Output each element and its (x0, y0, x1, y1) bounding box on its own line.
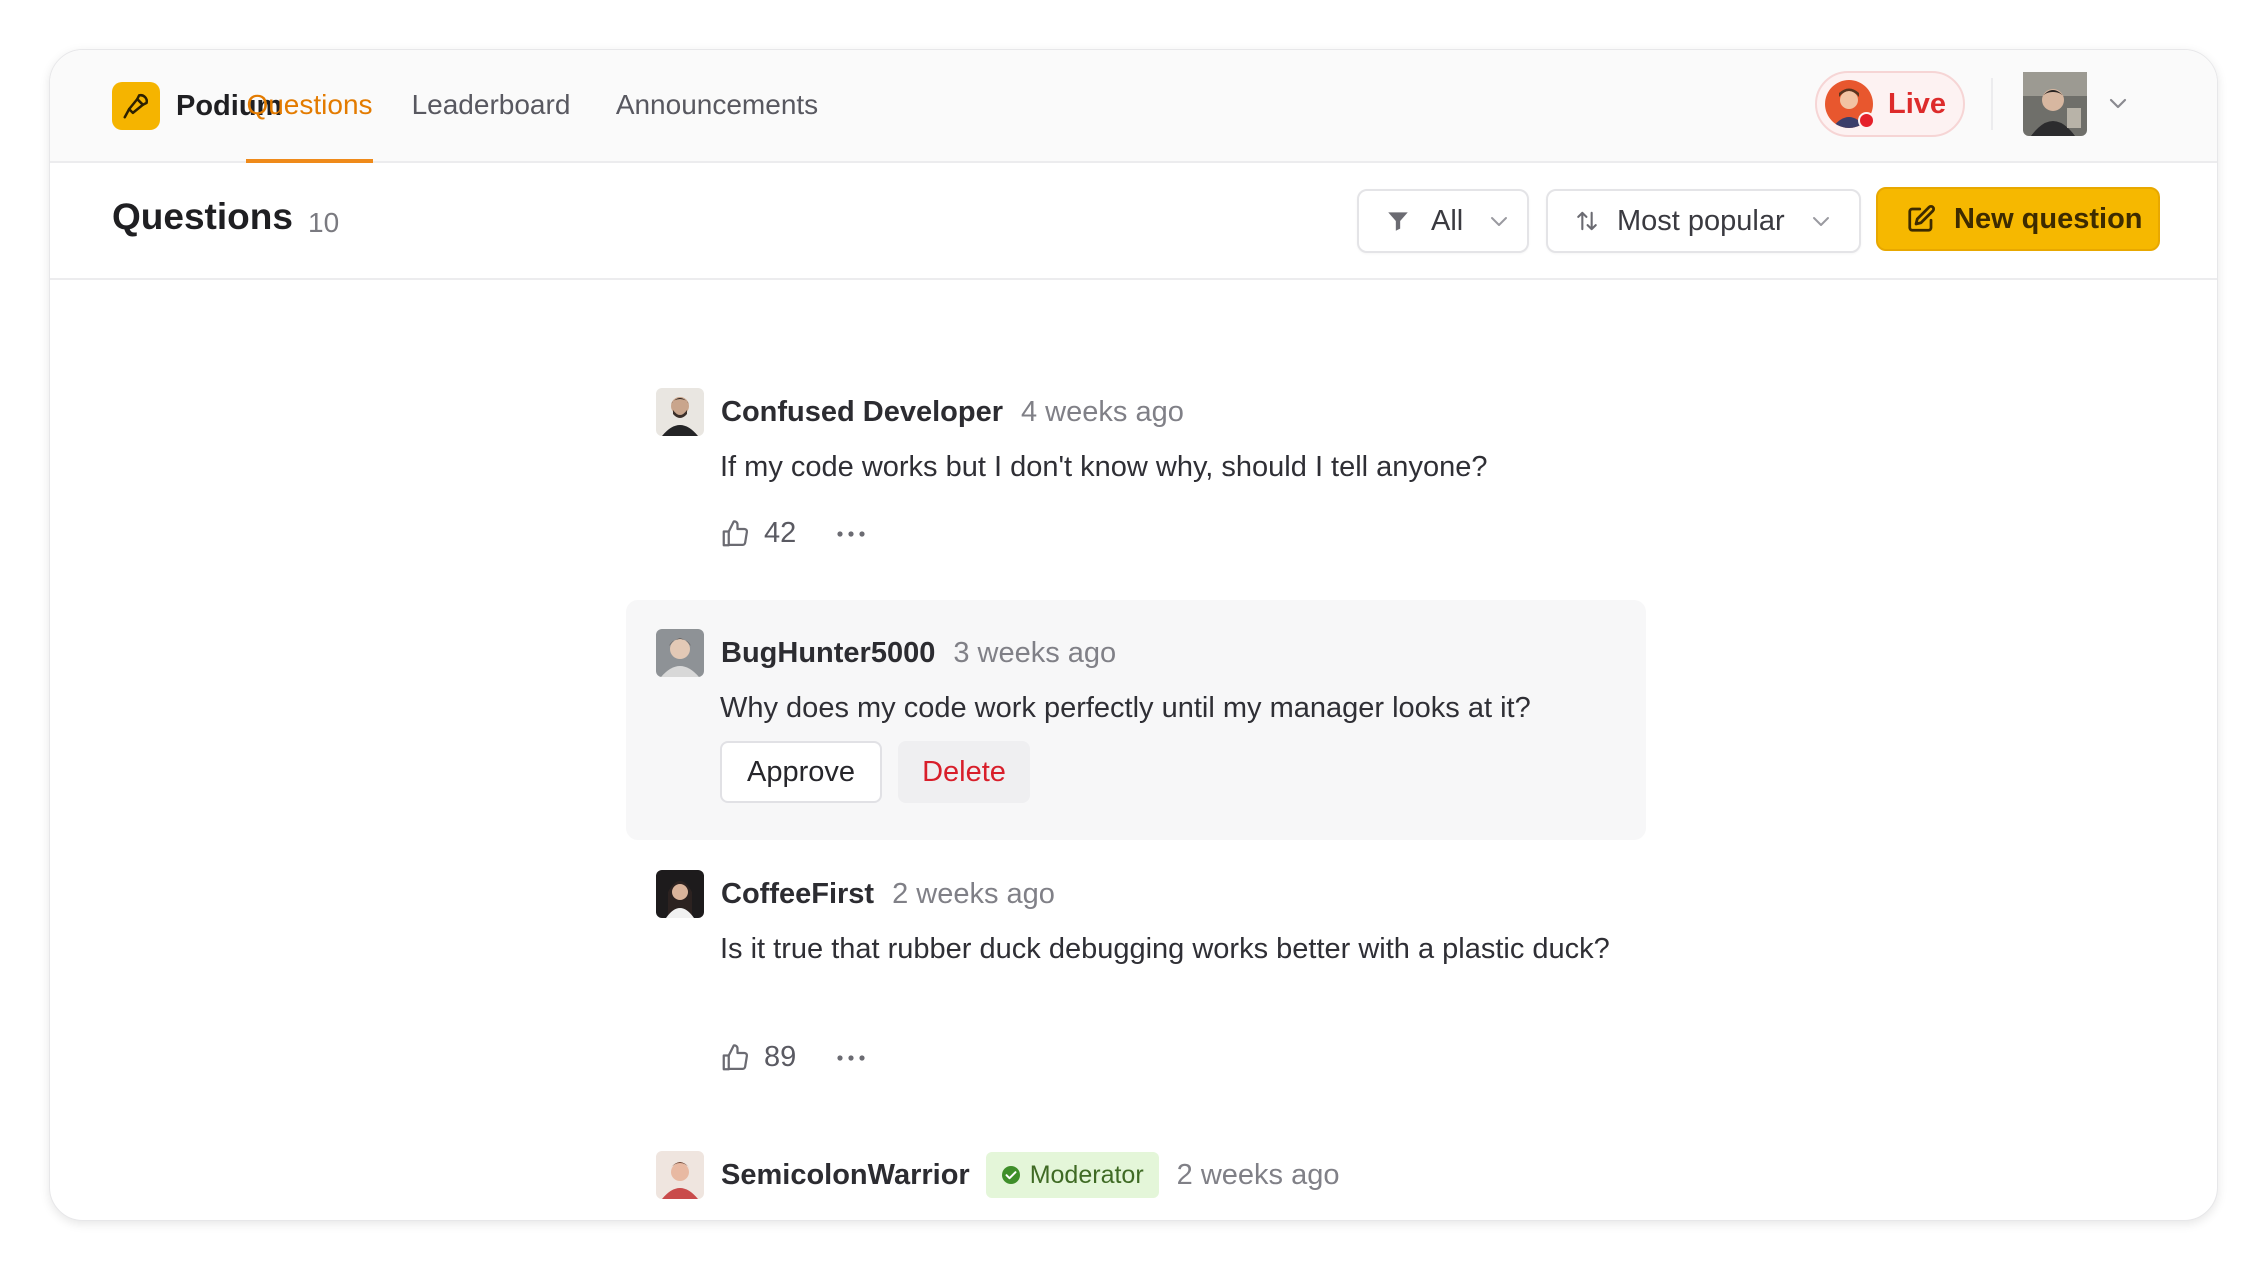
podium-logo-icon (112, 82, 160, 130)
avatar[interactable] (656, 870, 704, 918)
timestamp: 2 weeks ago (892, 877, 1055, 910)
question-text: If my code works but I don't know why, s… (720, 451, 1488, 483)
check-circle-icon (1001, 1166, 1020, 1184)
filter-select[interactable]: All (1357, 189, 1529, 253)
sort-select[interactable]: Most popular (1546, 189, 1861, 253)
timestamp: 4 weeks ago (1021, 395, 1184, 428)
sort-select-value: Most popular (1617, 204, 1785, 237)
author-name[interactable]: Confused Developer (721, 396, 1003, 429)
question-text: Is it true that rubber duck debugging wo… (720, 933, 1610, 965)
timestamp: 2 weeks ago (1176, 1158, 1340, 1191)
nav-divider (1991, 78, 1993, 130)
more-options-icon[interactable] (836, 529, 866, 539)
tab-leaderboard[interactable]: Leaderboard (400, 50, 582, 161)
avatar[interactable] (656, 388, 704, 436)
question-text: Why does my code work perfectly until my… (720, 692, 1531, 724)
live-label: Live (1888, 87, 1947, 120)
tab-announcements[interactable]: Announcements (606, 50, 828, 161)
thumbs-up-icon[interactable] (720, 1043, 750, 1073)
chevron-down-icon[interactable] (2108, 96, 2128, 115)
moderator-badge-label: Moderator (1029, 1160, 1144, 1189)
author-name[interactable]: CoffeeFirst (721, 878, 874, 911)
author-name[interactable]: SemicolonWarrior (721, 1159, 970, 1192)
question-actions: 42 (720, 517, 866, 550)
new-question-label: New question (1954, 202, 2143, 235)
filter-icon (1385, 208, 1411, 234)
question-actions: 89 (720, 1041, 866, 1074)
more-options-icon[interactable] (836, 1053, 866, 1063)
pending-question-item: BugHunter5000 3 weeks ago Why does my co… (656, 628, 1676, 818)
avatar[interactable] (656, 1151, 704, 1199)
filter-select-value: All (1431, 204, 1464, 237)
question-item: SemicolonWarrior Moderator 2 weeks ago (656, 1150, 1676, 1220)
timestamp: 3 weeks ago (953, 636, 1117, 669)
moderator-badge: Moderator (985, 1152, 1159, 1198)
live-button[interactable]: Live (1815, 71, 1965, 137)
page-title: Questions (112, 196, 293, 237)
question-count: 10 (308, 207, 340, 238)
avatar[interactable] (656, 629, 704, 677)
question-item: Confused Developer 4 weeks ago If my cod… (656, 387, 1676, 549)
app-window: Podium Questions Leaderboard Announcemen… (49, 49, 2218, 1221)
approve-button[interactable]: Approve (720, 741, 882, 803)
question-item: CoffeeFirst 2 weeks ago Is it true that … (656, 869, 1676, 1073)
new-question-button[interactable]: New question (1876, 187, 2160, 251)
delete-button[interactable]: Delete (898, 741, 1030, 803)
edit-icon (1906, 204, 1936, 234)
user-avatar[interactable] (2023, 72, 2087, 141)
live-host-avatar (1825, 80, 1875, 129)
thumbs-up-icon[interactable] (720, 519, 750, 549)
top-navigation: Podium Questions Leaderboard Announcemen… (50, 50, 2217, 163)
chevron-down-icon (1811, 214, 1831, 228)
chevron-down-icon (1489, 214, 1509, 228)
tab-questions[interactable]: Questions (246, 50, 373, 163)
vote-count: 42 (764, 517, 797, 549)
vote-count: 89 (764, 1041, 797, 1073)
live-indicator-dot (1858, 112, 1875, 129)
sort-arrows-icon (1573, 207, 1601, 235)
page-header: Questions 10 All Most popular New questi… (50, 163, 2217, 280)
author-name[interactable]: BugHunter5000 (721, 637, 935, 670)
